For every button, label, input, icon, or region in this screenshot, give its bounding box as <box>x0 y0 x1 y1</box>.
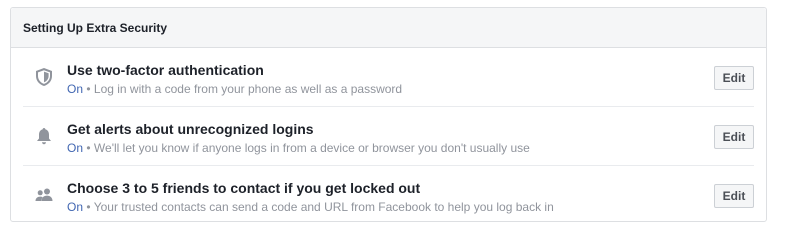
setting-text: Use two-factor authentication On • Log i… <box>67 62 402 97</box>
setting-row-login-alerts[interactable]: Get alerts about unrecognized logins On … <box>23 107 754 166</box>
edit-login-alerts-button[interactable]: Edit <box>714 125 754 149</box>
setting-description: Your trusted contacts can send a code an… <box>93 200 554 214</box>
separator-dot: • <box>86 141 91 155</box>
panel-title: Setting Up Extra Security <box>23 20 168 35</box>
setting-text: Get alerts about unrecognized logins On … <box>67 121 530 156</box>
setting-description-line: On • Your trusted contacts can send a co… <box>67 199 554 215</box>
setting-description-line: On • We'll let you know if anyone logs i… <box>67 140 530 156</box>
setting-description-line: On • Log in with a code from your phone … <box>67 81 402 97</box>
status-on-label: On <box>67 141 84 155</box>
setting-heading: Use two-factor authentication <box>67 62 264 78</box>
separator-dot: • <box>86 82 91 96</box>
bell-icon <box>35 127 53 145</box>
status-on-label: On <box>67 200 84 214</box>
setting-description: Log in with a code from your phone as we… <box>93 82 403 96</box>
setting-heading: Get alerts about unrecognized logins <box>67 121 314 137</box>
separator-dot: • <box>86 200 91 214</box>
shield-icon <box>35 68 53 86</box>
status-on-label: On <box>67 82 84 96</box>
extra-security-panel: Setting Up Extra Security Use two-factor… <box>10 7 767 222</box>
setting-row-two-factor[interactable]: Use two-factor authentication On • Log i… <box>23 48 754 107</box>
setting-text: Choose 3 to 5 friends to contact if you … <box>67 180 554 215</box>
edit-trusted-contacts-button[interactable]: Edit <box>714 184 754 208</box>
setting-row-trusted-contacts[interactable]: Choose 3 to 5 friends to contact if you … <box>23 166 754 225</box>
friends-icon <box>35 186 53 204</box>
security-settings-list: Use two-factor authentication On • Log i… <box>11 48 766 225</box>
panel-header: Setting Up Extra Security <box>11 8 766 48</box>
edit-two-factor-button[interactable]: Edit <box>714 66 754 90</box>
setting-description: We'll let you know if anyone logs in fro… <box>93 141 530 155</box>
setting-heading: Choose 3 to 5 friends to contact if you … <box>67 180 421 196</box>
